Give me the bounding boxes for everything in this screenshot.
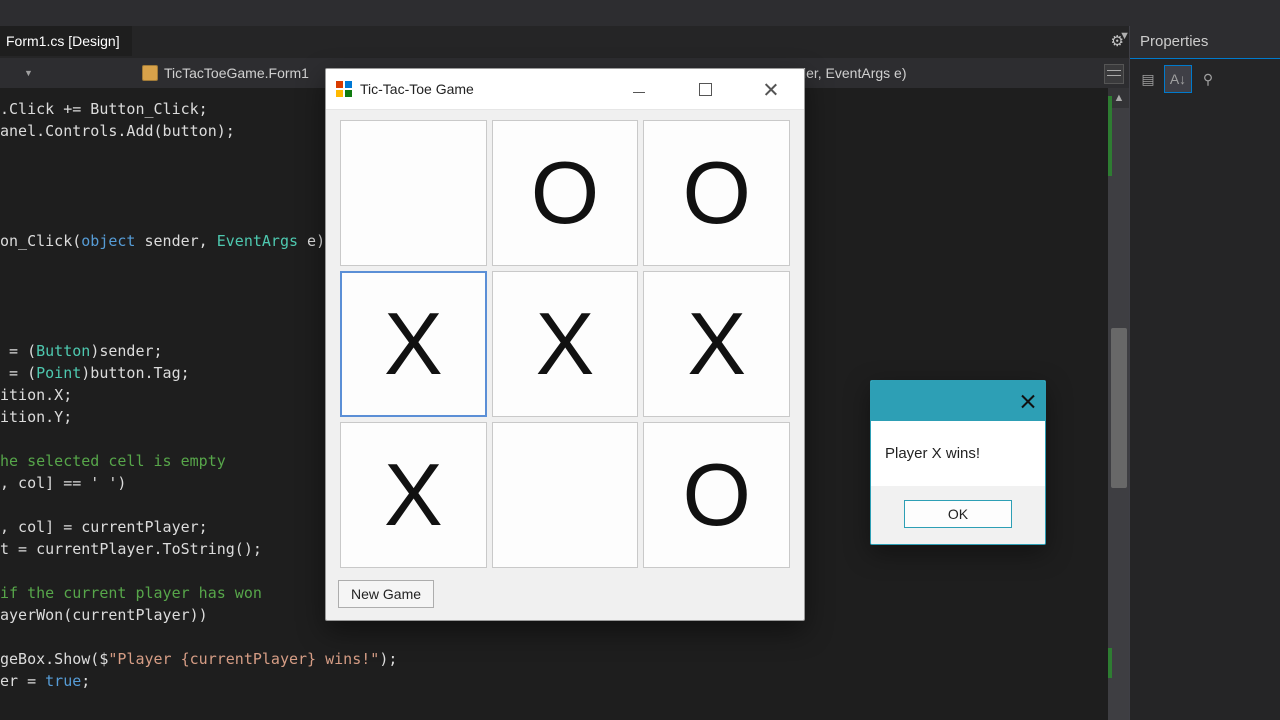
board-cell-7[interactable] (492, 422, 639, 568)
nav-class-label: TicTacToeGame.Form1 (164, 65, 309, 81)
board-cell-2[interactable]: O (643, 120, 790, 266)
game-board: OOXXXXO (326, 110, 804, 574)
minimize-button[interactable] (606, 69, 672, 109)
board-cell-5[interactable]: X (643, 271, 790, 417)
board-cell-3[interactable]: X (340, 271, 487, 417)
properties-panel: Properties ▤ A↓ ⚲ (1129, 26, 1280, 720)
ide-topbar: Form1.cs [Design] ▼ ⚙ (0, 0, 1280, 58)
game-window: Tic-Tac-Toe Game OOXXXXO New Game (325, 68, 805, 621)
gear-icon[interactable]: ⚙ (1111, 32, 1124, 50)
app-icon (336, 81, 352, 97)
nav-scope-dropdown[interactable]: ▼ (0, 58, 132, 88)
class-icon (142, 65, 158, 81)
change-marker (1108, 648, 1112, 678)
close-icon (765, 83, 777, 95)
ok-button[interactable]: OK (904, 500, 1012, 528)
vertical-scrollbar[interactable]: ▲ (1108, 88, 1130, 720)
message-box-titlebar[interactable] (871, 381, 1045, 421)
properties-title: Properties (1130, 26, 1280, 59)
new-game-button[interactable]: New Game (338, 580, 434, 608)
board-cell-0[interactable] (340, 120, 487, 266)
split-editor-icon[interactable] (1104, 64, 1124, 84)
properties-toolbar: ▤ A↓ ⚲ (1130, 59, 1280, 99)
document-tab-active[interactable]: Form1.cs [Design] (0, 26, 132, 56)
board-cell-4[interactable]: X (492, 271, 639, 417)
board-cell-1[interactable]: O (492, 120, 639, 266)
board-cell-6[interactable]: X (340, 422, 487, 568)
scrollbar-thumb[interactable] (1111, 328, 1127, 488)
message-box: Player X wins! OK (870, 380, 1046, 545)
chevron-down-icon: ▼ (24, 68, 33, 78)
window-title: Tic-Tac-Toe Game (360, 81, 474, 97)
minimize-icon (633, 92, 645, 93)
board-cell-8[interactable]: O (643, 422, 790, 568)
maximize-icon (699, 83, 712, 96)
titlebar[interactable]: Tic-Tac-Toe Game (326, 69, 804, 110)
maximize-button[interactable] (672, 69, 738, 109)
document-tab-row: Form1.cs [Design] ▼ (0, 26, 1130, 59)
change-marker (1108, 96, 1112, 176)
alphabetical-icon[interactable]: A↓ (1164, 65, 1192, 93)
close-button[interactable] (738, 69, 804, 109)
close-icon[interactable] (1021, 394, 1035, 408)
events-icon[interactable]: ⚲ (1194, 65, 1222, 93)
categorized-icon[interactable]: ▤ (1134, 65, 1162, 93)
message-box-text: Player X wins! (871, 421, 1045, 486)
